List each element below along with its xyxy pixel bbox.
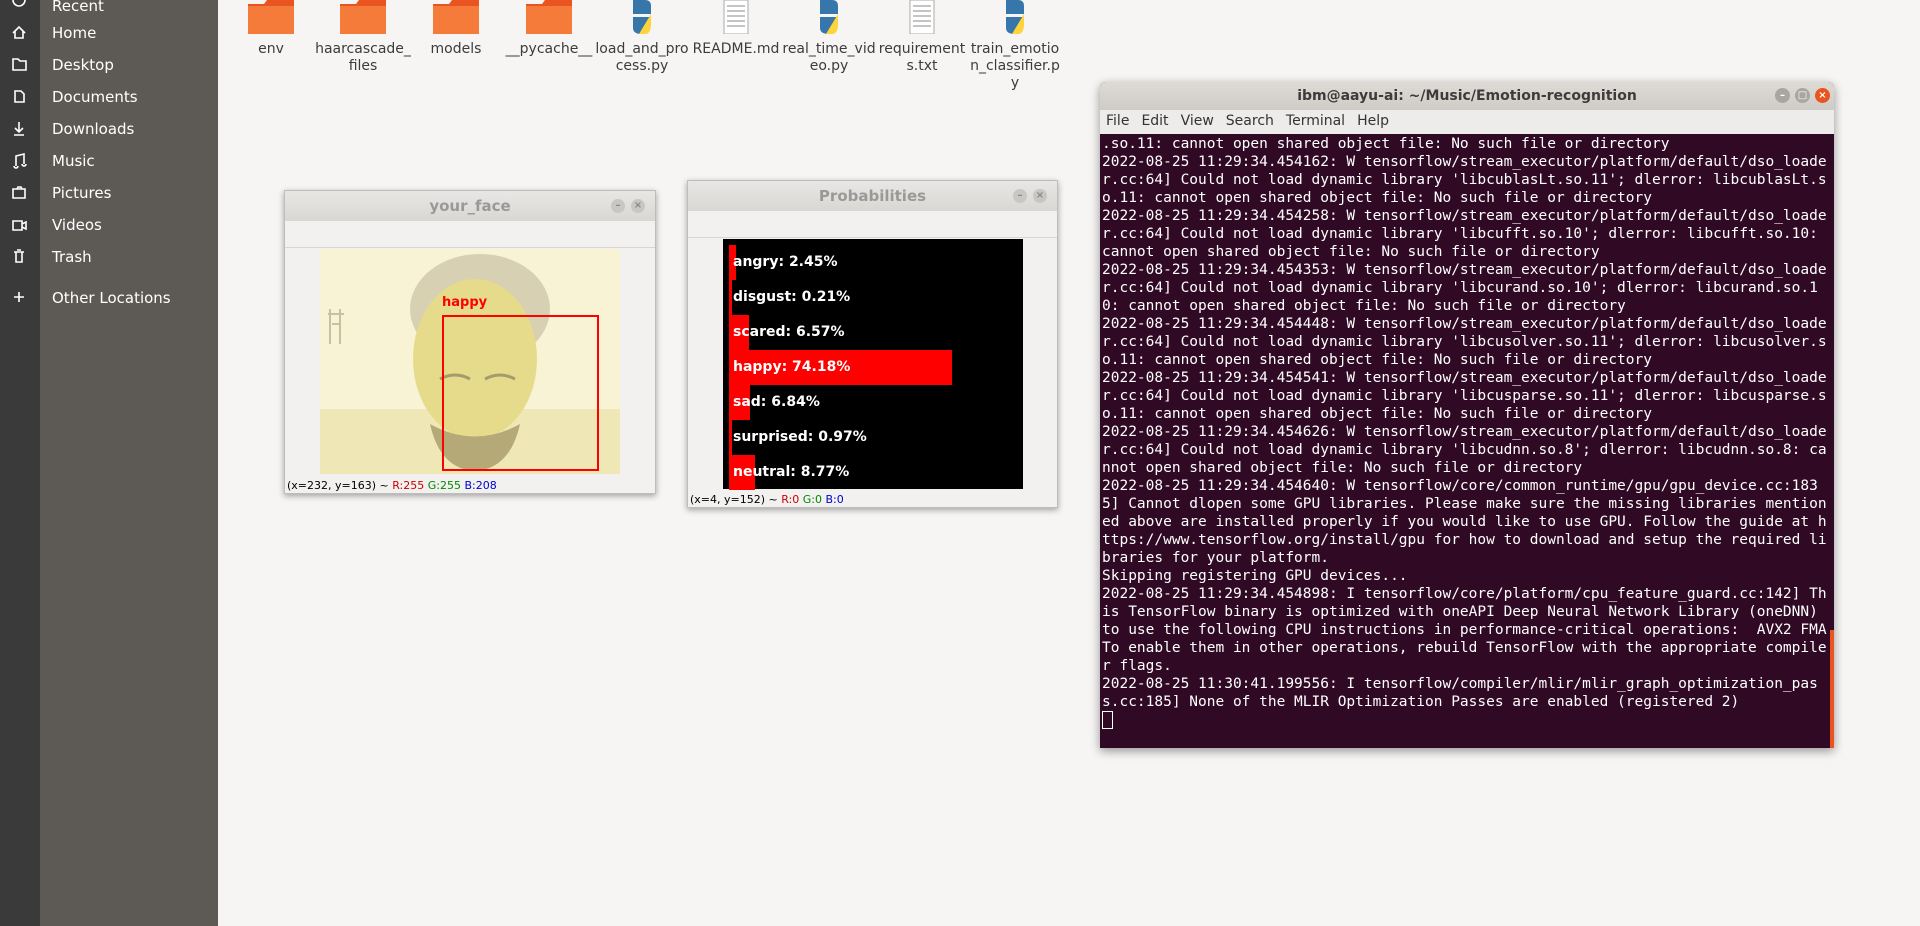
sidebar-item-music[interactable]: Music [40,147,218,175]
bar-row: neutral: 8.77% [729,455,1009,490]
bar-row: disgust: 0.21% [729,280,1009,315]
music-icon [13,152,27,169]
bar-label: angry: 2.45% [733,254,838,270]
sidebar-item-label: Pictures [52,184,112,202]
places-sidebar: Recent Home Desktop Documents Downloads … [40,0,218,926]
maximize-icon[interactable]: □ [1795,88,1810,103]
sidebar-item-recent[interactable]: Recent [40,0,218,20]
sidebar-item-label: Documents [52,88,138,106]
face-window[interactable]: your_face – × happy (x=232, y=163) ~ R:2… [284,190,656,494]
menu-view[interactable]: View [1175,110,1220,129]
folder-icon [433,0,479,34]
sidebar-icons [12,0,27,302]
document-icon [14,90,25,103]
sidebar-item-videos[interactable]: Videos [40,211,218,239]
bar-row: scared: 6.57% [729,315,1009,350]
bar-label: disgust: 0.21% [733,289,851,305]
text-file-icon [723,0,749,35]
close-icon[interactable]: × [631,199,645,213]
folder-icon [12,58,27,71]
minimize-icon[interactable]: – [611,199,625,213]
bar-row: happy: 74.18% [729,350,1009,385]
bar-fill [729,280,732,315]
bar-row: sad: 6.84% [729,385,1009,420]
file-item-requirements[interactable]: requirements.txt [874,0,970,75]
scrollbar[interactable] [1830,630,1834,748]
terminal-menubar: File Edit View Search Terminal Help [1100,110,1834,134]
sidebar-item-label: Desktop [52,56,114,74]
clock-icon [12,0,26,7]
sidebar-item-documents[interactable]: Documents [40,83,218,111]
face-window-title: your_face – × [285,191,655,221]
terminal-output[interactable]: .so.11: cannot open shared object file: … [1100,134,1834,730]
bar-fill [729,420,732,455]
sidebar-item-home[interactable]: Home [40,19,218,47]
menu-search[interactable]: Search [1220,110,1280,129]
bar-label: scared: 6.57% [733,324,845,340]
file-item-env[interactable]: env [223,0,319,58]
toolbar [285,221,655,248]
sidebar-item-label: Downloads [52,120,135,138]
folder-icon [340,0,386,34]
sidebar-item-label: Trash [52,248,92,266]
probability-canvas: angry: 2.45% disgust: 0.21% scared: 6.57… [723,239,1023,490]
python-file-icon [633,0,651,34]
file-item-real-time-video[interactable]: real_time_video.py [781,0,877,75]
probabilities-window[interactable]: Probabilities – × angry: 2.45% disgust: … [687,180,1058,508]
status-bar: (x=232, y=163) ~ R:255 G:255 B:208 [287,479,497,492]
text-file-icon [909,0,935,35]
python-file-icon [820,0,838,34]
sidebar-item-pictures[interactable]: Pictures [40,179,218,207]
terminal-title-bar: ibm@aayu-ai: ~/Music/Emotion-recognition… [1100,82,1834,110]
bar-row: surprised: 0.97% [729,420,1009,455]
file-item-models[interactable]: models [408,0,504,58]
webcam-frame [320,249,620,474]
sidebar-item-label: Music [52,152,95,170]
toolbar [688,211,1057,238]
minimize-icon[interactable]: – [1775,88,1790,103]
camera-icon [12,186,26,199]
terminal-window[interactable]: ibm@aayu-ai: ~/Music/Emotion-recognition… [1100,82,1834,748]
bar-label: happy: 74.18% [733,359,851,375]
download-icon [14,122,24,136]
cursor [1102,711,1113,729]
sidebar-item-label: Videos [52,216,102,234]
file-item-train-emotion-classifier[interactable]: train_emotion_classifier.py [967,0,1063,92]
file-item-pycache[interactable]: __pycache__ [501,0,597,58]
menu-file[interactable]: File [1100,110,1135,129]
folder-icon [526,0,572,34]
sidebar-item-label: Recent [52,0,104,15]
video-icon [12,220,27,231]
sidebar-item-label: Home [52,24,97,42]
minimize-icon[interactable]: – [1013,189,1027,203]
trash-icon [14,249,24,263]
bar-label: sad: 6.84% [733,394,820,410]
menu-help[interactable]: Help [1351,110,1395,129]
file-item-load-and-process[interactable]: load_and_process.py [594,0,690,75]
sidebar-item-label: Other Locations [52,289,171,307]
sidebar-item-trash[interactable]: Trash [40,243,218,271]
probabilities-window-title: Probabilities – × [688,181,1057,211]
menu-edit[interactable]: Edit [1135,110,1174,129]
bar-label: neutral: 8.77% [733,464,850,480]
file-item-readme[interactable]: README.md [688,0,784,58]
sidebar-item-desktop[interactable]: Desktop [40,51,218,79]
menu-terminal[interactable]: Terminal [1280,110,1351,129]
home-icon [12,25,26,39]
bar-label: surprised: 0.97% [733,429,867,445]
plus-icon [14,292,24,302]
sidebar-item-downloads[interactable]: Downloads [40,115,218,143]
folder-icon [248,0,294,34]
file-item-haarcascade[interactable]: haarcascade_files [315,0,411,75]
sidebar-item-other-locations[interactable]: Other Locations [40,284,218,312]
close-icon[interactable]: × [1815,88,1830,103]
close-icon[interactable]: × [1033,189,1047,203]
bar-row: angry: 2.45% [729,245,1009,280]
status-bar: (x=4, y=152) ~ R:0 G:0 B:0 [690,493,844,506]
python-file-icon [1006,0,1024,34]
emotion-label: happy [442,295,488,310]
